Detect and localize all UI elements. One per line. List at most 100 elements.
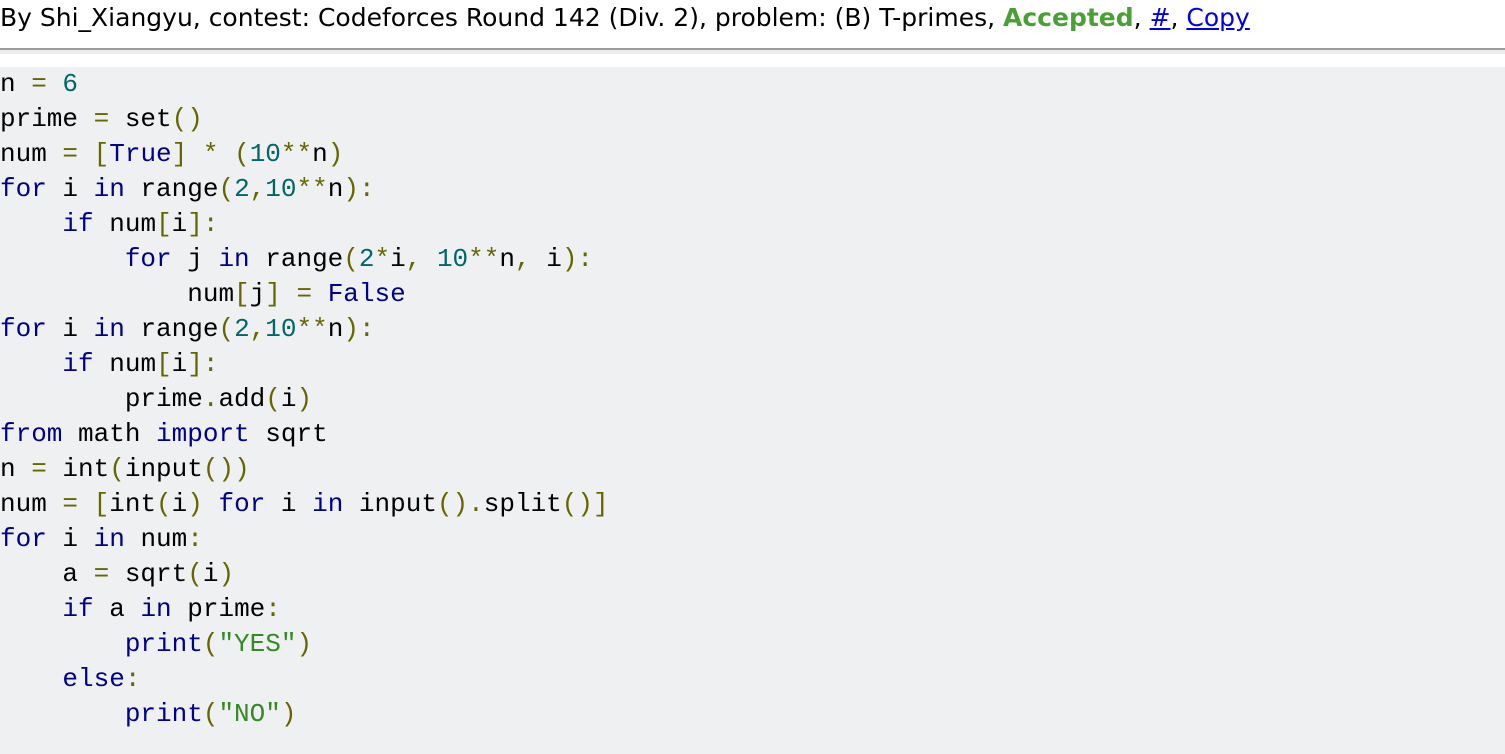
code-token: 2 <box>234 314 250 344</box>
code-token: j <box>171 244 219 274</box>
code-token: ** <box>296 174 328 204</box>
source-code: n = 6 prime = set() num = [True] * (10**n)… <box>0 67 1505 732</box>
code-token: 6 <box>62 69 79 99</box>
code-line: n = int(input()) <box>0 452 1505 487</box>
code-token: i <box>171 489 188 519</box>
code-token: ] <box>265 279 281 309</box>
code-token: ()] <box>561 489 609 519</box>
code-token: num <box>187 279 235 309</box>
code-token: in <box>312 489 344 519</box>
code-token: 10 <box>265 174 297 204</box>
code-token: , <box>249 314 266 344</box>
code-token: * <box>374 244 391 274</box>
code-token: j <box>249 279 266 309</box>
code-token: import <box>156 419 250 449</box>
code-token: ): <box>343 314 375 344</box>
code-token: for <box>0 524 47 554</box>
code-token: n <box>327 174 344 204</box>
code-token: split <box>483 489 562 519</box>
code-token: 2 <box>234 174 250 204</box>
code-token: in <box>93 174 125 204</box>
code-line: num = [True] * (10**n) <box>0 137 1505 172</box>
code-token: for <box>0 314 47 344</box>
code-token: False <box>327 279 406 309</box>
code-token: ( <box>156 489 172 519</box>
code-token: num <box>0 489 47 519</box>
code-token: range <box>124 174 219 204</box>
code-token: "NO" <box>218 699 281 729</box>
header-divider-shadow <box>0 50 1505 54</box>
code-token: prime <box>124 384 203 414</box>
code-token: n <box>499 244 515 274</box>
code-token: n <box>0 454 16 484</box>
code-token: [ <box>93 489 110 519</box>
code-token: ) <box>296 384 313 414</box>
code-token: ] <box>171 139 188 169</box>
code-token: [ <box>93 139 110 169</box>
code-token: if <box>62 349 94 379</box>
code-line: prime = set() <box>0 102 1505 137</box>
code-line: for i in range(2,10**n): <box>0 172 1505 207</box>
code-token: , <box>515 244 547 274</box>
code-token: = <box>46 489 94 519</box>
submission-info: By Shi_Xiangyu, contest: Codeforces Roun… <box>0 3 1004 32</box>
code-token: = <box>46 139 94 169</box>
code-token: math <box>62 419 157 449</box>
code-token: a <box>93 594 141 624</box>
code-token: ) <box>218 559 235 589</box>
code-line: from math import sqrt <box>0 417 1505 452</box>
code-token: = <box>78 559 125 589</box>
code-token: if <box>62 209 94 239</box>
code-token: a <box>0 559 79 589</box>
code-token: range <box>249 244 344 274</box>
code-token: prime <box>0 104 79 134</box>
permalink-link[interactable]: # <box>1150 3 1171 32</box>
code-token: ** <box>296 314 328 344</box>
code-token: ): <box>561 244 594 274</box>
code-token: ( <box>234 139 250 169</box>
code-token: print <box>124 699 203 729</box>
source-code-block[interactable]: n = 6 prime = set() num = [True] * (10**n)… <box>0 67 1505 754</box>
code-line: for i in range(2,10**n): <box>0 312 1505 347</box>
code-token: 10 <box>265 314 297 344</box>
code-token: ]: <box>187 209 219 239</box>
code-token: sqrt <box>124 559 188 589</box>
code-token: in <box>140 594 172 624</box>
code-token: , <box>405 244 437 274</box>
code-token: num <box>124 524 188 554</box>
code-token: = <box>15 454 63 484</box>
code-token: print <box>124 629 203 659</box>
code-line: for i in num: <box>0 522 1505 557</box>
code-token: n <box>312 139 328 169</box>
code-token: ** <box>280 139 313 169</box>
code-token: ( <box>202 699 219 729</box>
code-token: . <box>202 384 219 414</box>
code-token: if <box>62 594 94 624</box>
code-token: True <box>109 139 172 169</box>
code-token: "YES" <box>218 629 297 659</box>
code-token: * <box>187 139 235 169</box>
code-token: ( <box>218 174 235 204</box>
code-token: : <box>187 524 203 554</box>
code-token: ( <box>109 454 125 484</box>
code-line: prime.add(i) <box>0 382 1505 417</box>
code-token: in <box>218 244 250 274</box>
code-line: n = 6 <box>0 67 1505 102</box>
code-line: if a in prime: <box>0 592 1505 627</box>
code-token: in <box>93 314 125 344</box>
copy-link[interactable]: Copy <box>1186 3 1249 32</box>
code-token: i <box>390 244 406 274</box>
submission-header: By Shi_Xiangyu, contest: Codeforces Roun… <box>0 0 1505 48</box>
code-line: else: <box>0 662 1505 697</box>
code-token: 10 <box>436 244 469 274</box>
code-line: print("YES") <box>0 627 1505 662</box>
code-token: i <box>280 384 297 414</box>
code-token: 10 <box>249 139 281 169</box>
